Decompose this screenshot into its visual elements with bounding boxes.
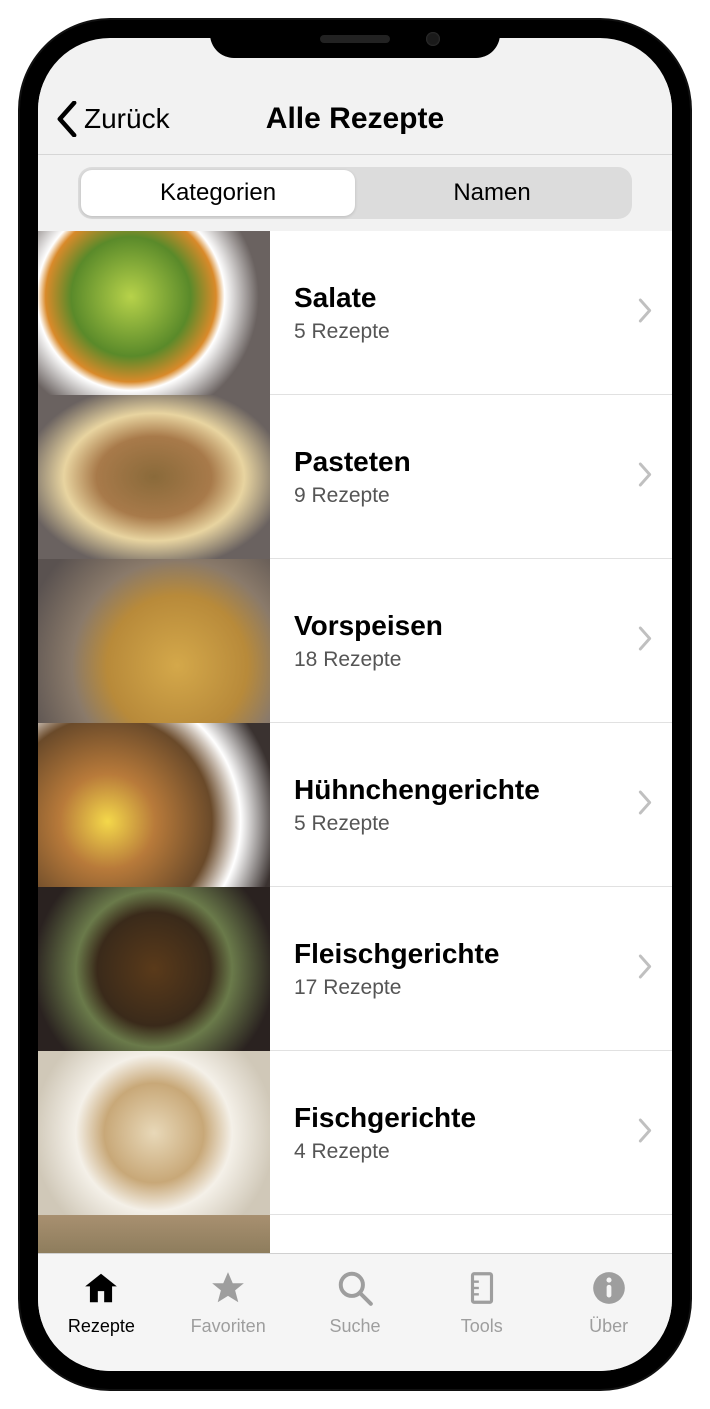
tab-rezepte[interactable]: Rezepte (38, 1254, 165, 1351)
screen: Zurück Alle Rezepte Kategorien Namen Sal… (38, 38, 672, 1371)
chevron-right-icon (638, 462, 652, 491)
category-row[interactable]: Pasteten 9 Rezepte (38, 395, 672, 559)
beaker-icon (463, 1269, 501, 1312)
category-thumbnail (38, 1051, 270, 1215)
star-icon (209, 1269, 247, 1312)
category-title: Salate (294, 282, 672, 314)
tab-suche[interactable]: Suche (292, 1254, 419, 1351)
category-thumbnail (38, 723, 270, 887)
category-thumbnail (38, 1215, 270, 1253)
tab-label: Rezepte (68, 1316, 135, 1337)
phone-frame: Zurück Alle Rezepte Kategorien Namen Sal… (20, 20, 690, 1389)
chevron-right-icon (638, 626, 652, 655)
tab-label: Favoriten (191, 1316, 266, 1337)
category-thumbnail (38, 231, 270, 395)
category-row[interactable]: Salate 5 Rezepte (38, 231, 672, 395)
tab-über[interactable]: Über (545, 1254, 672, 1351)
segment-namen[interactable]: Namen (355, 170, 629, 216)
category-subtitle: 4 Rezepte (294, 1140, 672, 1164)
category-body: Fleischgerichte 17 Rezepte (270, 887, 672, 1051)
chevron-right-icon (638, 790, 652, 819)
tab-label: Tools (461, 1316, 503, 1337)
chevron-right-icon (638, 954, 652, 983)
category-subtitle: 18 Rezepte (294, 648, 672, 672)
category-title: Hühnchengerichte (294, 774, 672, 806)
segment-kategorien[interactable]: Kategorien (81, 170, 355, 216)
category-subtitle: 5 Rezepte (294, 320, 672, 344)
chevron-right-icon (638, 298, 652, 327)
segmented-control: Kategorien Namen (78, 167, 632, 219)
category-body: Fischgerichte 4 Rezepte (270, 1051, 672, 1215)
category-row[interactable]: Hühnchengerichte 5 Rezepte (38, 723, 672, 887)
tab-label: Über (589, 1316, 628, 1337)
nav-bar: Zurück Alle Rezepte (38, 83, 672, 155)
category-row[interactable]: Fischgerichte 4 Rezepte (38, 1051, 672, 1215)
category-title: Fischgerichte (294, 1102, 672, 1134)
tab-favoriten[interactable]: Favoriten (165, 1254, 292, 1351)
chevron-left-icon (56, 101, 78, 137)
back-button[interactable]: Zurück (38, 101, 170, 137)
tab-label: Suche (329, 1316, 380, 1337)
category-row[interactable]: Vorspeisen 18 Rezepte (38, 559, 672, 723)
category-thumbnail (38, 559, 270, 723)
category-subtitle: 17 Rezepte (294, 976, 672, 1000)
category-subtitle: 9 Rezepte (294, 484, 672, 508)
segmented-control-wrap: Kategorien Namen (38, 155, 672, 231)
category-body: Salate 5 Rezepte (270, 231, 672, 395)
category-thumbnail (38, 395, 270, 559)
tab-tools[interactable]: Tools (418, 1254, 545, 1351)
tab-bar: Rezepte Favoriten Suche Tools Über (38, 1253, 672, 1371)
chevron-right-icon (638, 1118, 652, 1147)
category-subtitle: 5 Rezepte (294, 812, 672, 836)
device-notch (210, 20, 500, 58)
category-thumbnail (38, 887, 270, 1051)
category-body: Pasteten 9 Rezepte (270, 395, 672, 559)
category-list[interactable]: Salate 5 Rezepte Pasteten 9 Rezepte Vors… (38, 231, 672, 1253)
search-icon (336, 1269, 374, 1312)
home-icon (82, 1269, 120, 1312)
category-row[interactable]: Fleischgerichte 17 Rezepte (38, 887, 672, 1051)
category-title: Fleischgerichte (294, 938, 672, 970)
info-icon (590, 1269, 628, 1312)
back-label: Zurück (84, 103, 170, 135)
category-title: Vorspeisen (294, 610, 672, 642)
category-body: Hühnchengerichte 5 Rezepte (270, 723, 672, 887)
category-title: Pasteten (294, 446, 672, 478)
category-body: Vorspeisen 18 Rezepte (270, 559, 672, 723)
